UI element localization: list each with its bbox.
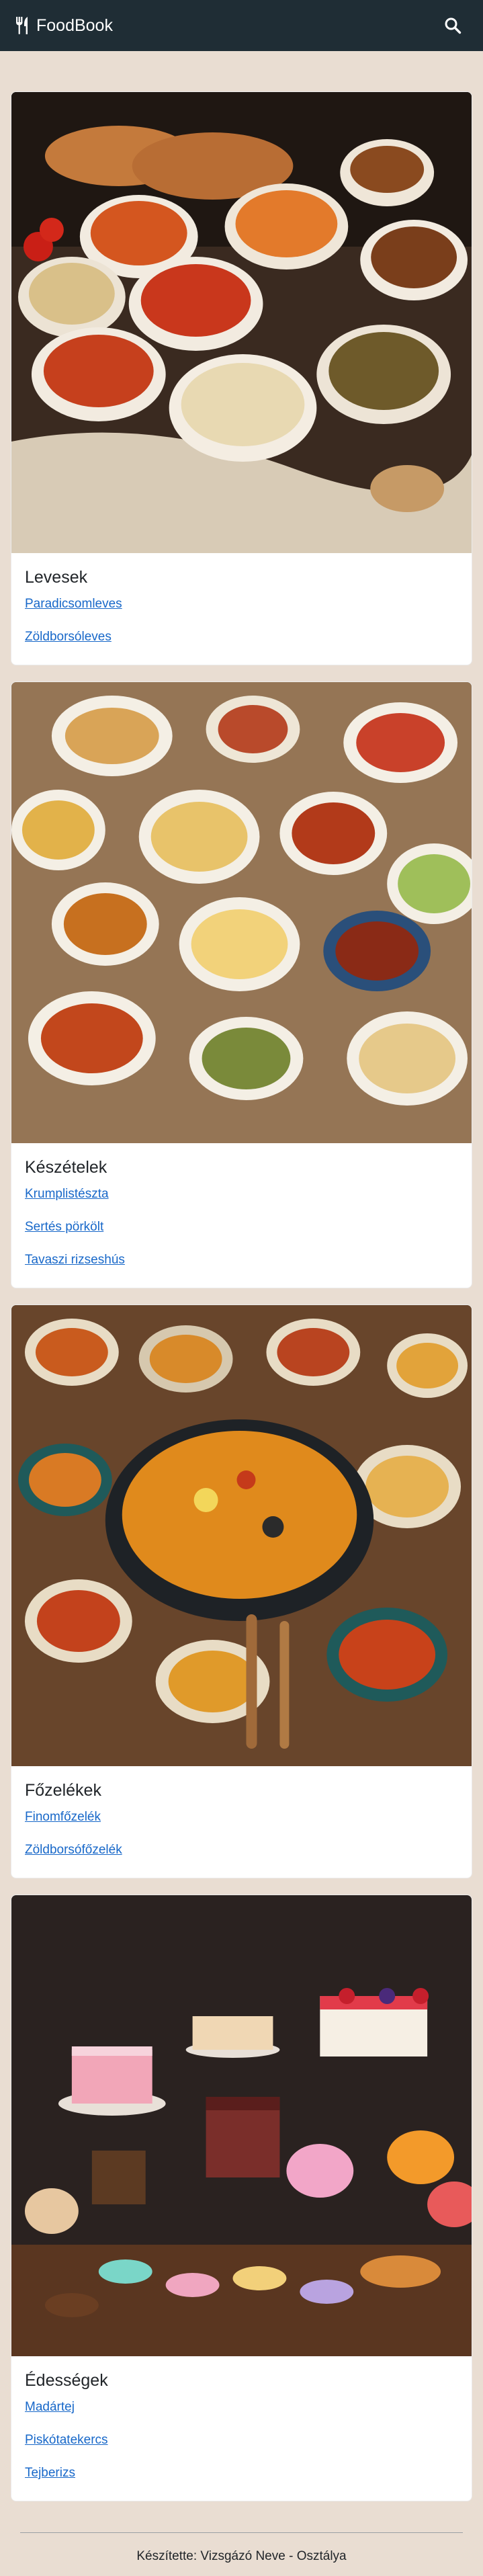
footer: Készítette: Vizsgázó Neve - Osztálya [20,2532,463,2564]
brand-link[interactable]: FoodBook [16,16,113,36]
recipe-link-piskotatekercs[interactable]: Piskótatekercs [25,2433,458,2448]
recipe-link-tavaszi-rizseshus[interactable]: Tavaszi rizseshús [25,1253,458,1268]
recipe-link-finomfozelek[interactable]: Finomfőzelék [25,1810,458,1825]
category-card-soups: Levesek Paradicsomleves Zöldborsóleves [11,91,472,665]
category-card-vegetable-stews: Főzelékek Finomfőzelék Zöldborsófőzelék [11,1304,472,1878]
category-title: Édességek [25,2371,108,2390]
category-title: Készételek [25,1158,107,1177]
recipe-link-zoldborsofozelek[interactable]: Zöldborsófőzelék [25,1843,458,1858]
category-list: Levesek Paradicsomleves Zöldborsóleves K… [0,51,483,2501]
footer-text: Készítette: Vizsgázó Neve - Osztálya [136,2549,347,2563]
desserts-photo [11,1895,472,2356]
category-card-main-dishes: Készételek Krumplistészta Sertés pörkölt… [11,681,472,1288]
recipe-link-madartej[interactable]: Madártej [25,2400,458,2415]
recipe-link-tejberizs[interactable]: Tejberizs [25,2466,458,2481]
brand-text: FoodBook [36,15,113,35]
vegetable-stews-photo [11,1305,472,1766]
utensils-icon [16,17,30,34]
main-dishes-photo [11,682,472,1143]
category-title: Főzelékek [25,1781,101,1800]
category-title: Levesek [25,568,88,587]
recipe-link-sertes-porkolt[interactable]: Sertés pörkölt [25,1220,458,1235]
soups-photo [11,92,472,553]
navbar: FoodBook [0,0,483,51]
recipe-link-zoldborsoleves[interactable]: Zöldborsóleves [25,630,458,645]
recipe-link-krumplisteszta[interactable]: Krumplistészta [25,1187,458,1202]
recipe-link-paradicsomleves[interactable]: Paradicsomleves [25,597,458,612]
search-icon[interactable] [444,17,462,34]
category-card-desserts: Édességek Madártej Piskótatekercs Tejber… [11,1895,472,2501]
